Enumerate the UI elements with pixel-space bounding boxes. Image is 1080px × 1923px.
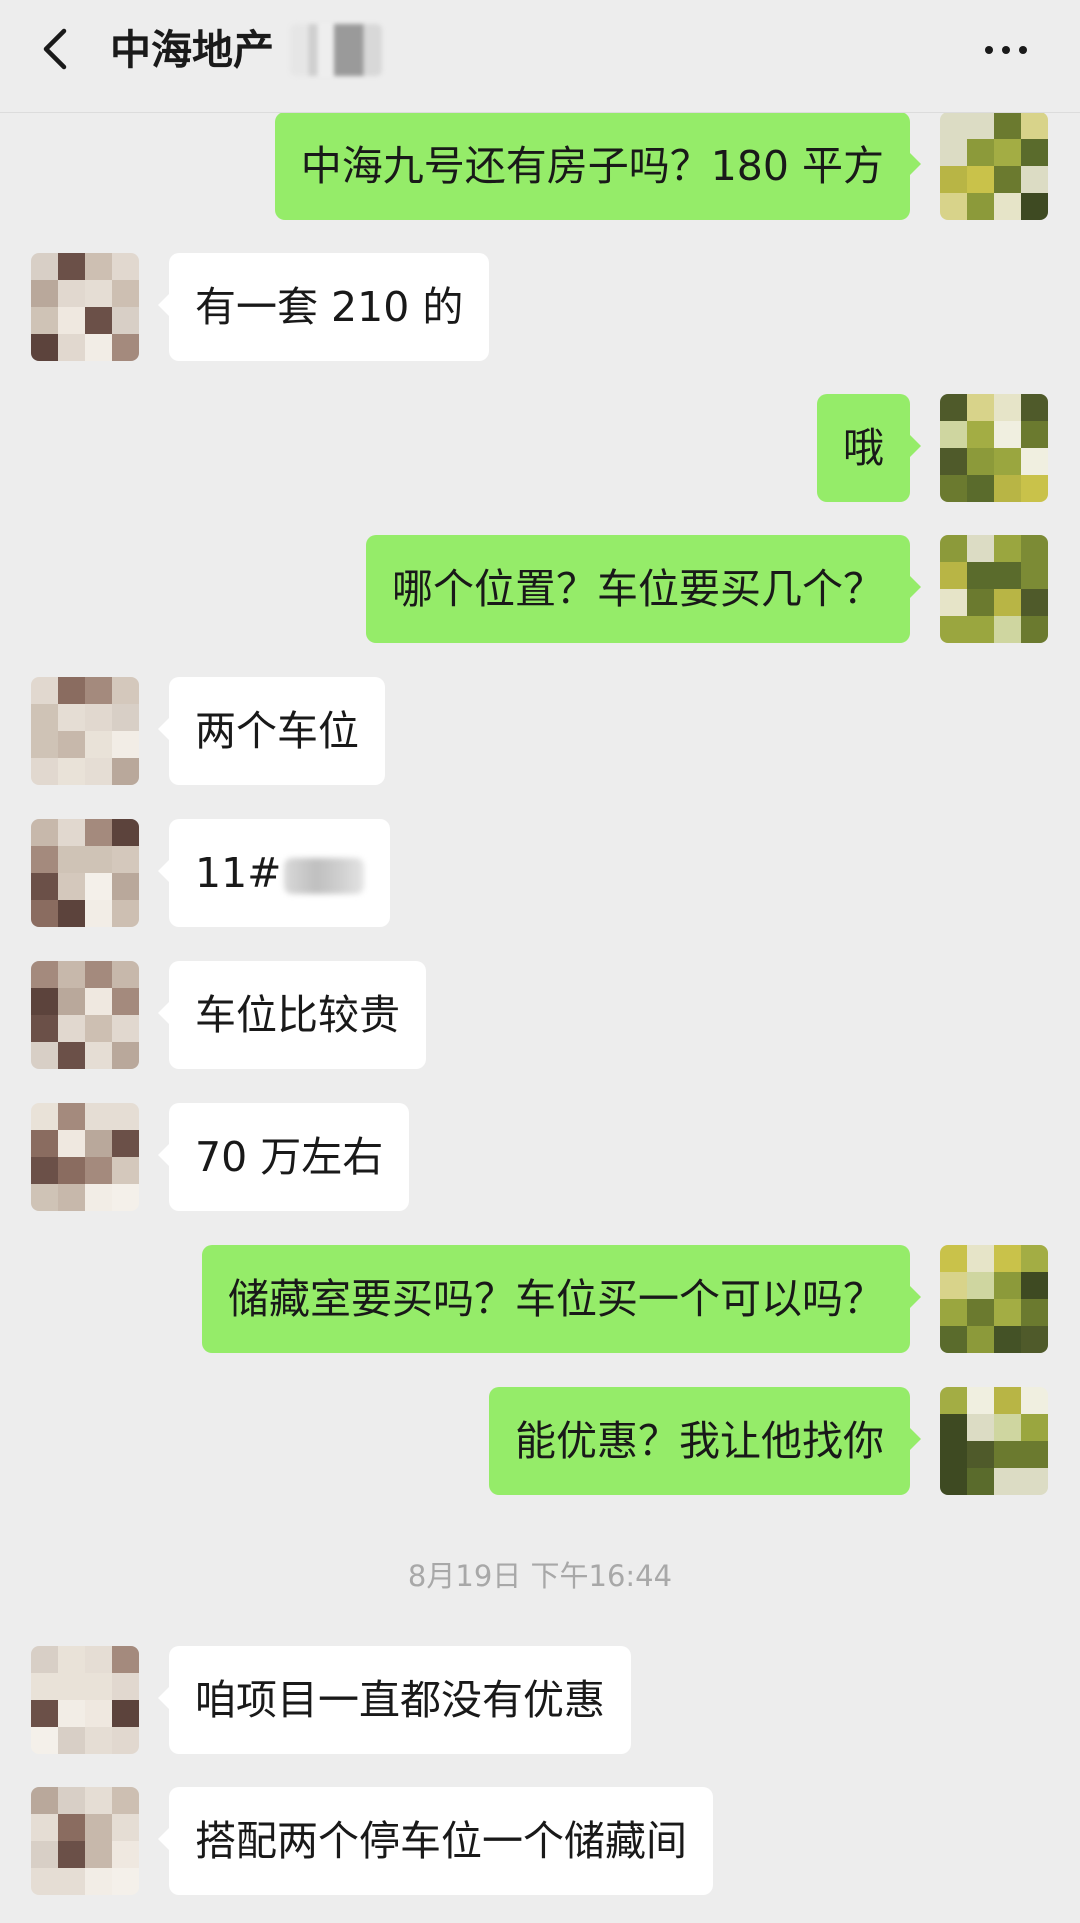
chat-header: 中海地产 bbox=[0, 0, 1080, 113]
avatar[interactable] bbox=[31, 677, 139, 785]
message-bubble[interactable]: 能优惠？我让他找你 bbox=[489, 1387, 921, 1495]
avatar[interactable] bbox=[31, 1646, 139, 1754]
message-bubble[interactable]: 车位比较贵 bbox=[158, 961, 426, 1069]
message-bubble[interactable]: 哪个位置？车位要买几个？ bbox=[366, 535, 921, 643]
avatar[interactable] bbox=[940, 1387, 1048, 1495]
avatar[interactable] bbox=[31, 1103, 139, 1211]
avatar[interactable] bbox=[940, 112, 1048, 220]
message-bubble[interactable]: 70 万左右 bbox=[157, 1103, 410, 1211]
message-bubble[interactable]: 中海九号还有房子吗？180 平方 bbox=[274, 112, 922, 220]
redacted-name bbox=[290, 24, 382, 76]
message-bubble[interactable]: 储藏室要买吗？车位买一个可以吗？ bbox=[202, 1245, 921, 1353]
avatar[interactable] bbox=[940, 1245, 1048, 1353]
message-bubble[interactable]: 有一套 210 的 bbox=[157, 253, 490, 361]
more-dots-icon[interactable] bbox=[976, 30, 1036, 70]
avatar[interactable] bbox=[940, 535, 1048, 643]
chevron-left-icon bbox=[43, 28, 67, 70]
message-text: 11# bbox=[195, 849, 282, 897]
avatar[interactable] bbox=[31, 961, 139, 1069]
chat-title: 中海地产 bbox=[110, 26, 274, 74]
message-bubble[interactable]: 搭配两个停车位一个储藏间 bbox=[158, 1787, 713, 1895]
back-button[interactable] bbox=[30, 24, 80, 74]
message-bubble[interactable]: 两个车位 bbox=[158, 677, 385, 785]
message-bubble[interactable]: 11# bbox=[158, 819, 390, 927]
redacted-text bbox=[283, 858, 364, 894]
timestamp: 8月19日 下午16:44 bbox=[407, 1559, 673, 1593]
message-bubble[interactable]: 哦 bbox=[817, 394, 921, 502]
avatar[interactable] bbox=[31, 819, 139, 927]
avatar[interactable] bbox=[31, 253, 139, 361]
message-bubble[interactable]: 咱项目一直都没有优惠 bbox=[158, 1646, 631, 1754]
avatar[interactable] bbox=[31, 1787, 139, 1895]
avatar[interactable] bbox=[940, 394, 1048, 502]
